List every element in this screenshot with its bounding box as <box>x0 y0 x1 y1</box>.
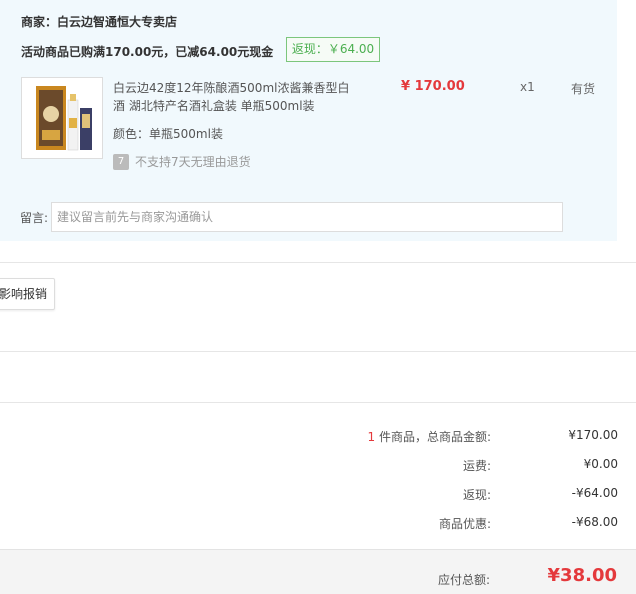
summary-discount-row: 商品优惠: -¥68.00 <box>300 515 618 533</box>
color-value: 单瓶500ml装 <box>149 127 223 141</box>
summary-goods-row: 1 件商品，总商品金额: ¥170.00 <box>300 428 619 446</box>
invoice-option-button[interactable]: 影响报销 <box>0 278 55 310</box>
goods-count-label: 1 件商品，总商品金额: <box>368 428 492 445</box>
total-value: ¥38.00 <box>547 565 617 586</box>
total-bar: 应付总额: ¥38.00 <box>0 549 636 594</box>
shipping-value: ¥0.00 <box>583 457 618 471</box>
no-return-icon: 7 <box>113 153 129 170</box>
product-quantity: x1 <box>520 80 535 94</box>
discount-value: -¥68.00 <box>571 515 618 529</box>
product-color: 颜色：单瓶500ml装 <box>113 125 223 142</box>
goods-count-suffix: 件商品，总商品金额: <box>375 430 491 444</box>
stock-status: 有货 <box>571 82 596 96</box>
shop-name: 商家：白云边智通恒大专卖店 <box>21 13 177 30</box>
liquor-box-image <box>22 78 102 158</box>
summary-rebate-row: 返现: -¥64.00 <box>300 486 618 504</box>
shop-order-panel: 商家：白云边智通恒大专卖店 活动商品已购满170.00元，已减64.00元现金 … <box>0 0 617 241</box>
divider <box>0 402 636 403</box>
message-input[interactable] <box>51 202 563 232</box>
return-policy: 7 不支持7天无理由退货 <box>113 153 251 170</box>
product-price: ¥ 170.00 <box>401 79 465 94</box>
discount-label: 商品优惠: <box>438 517 491 531</box>
rebate-value: -¥64.00 <box>571 486 618 500</box>
divider <box>0 262 636 263</box>
shipping-label: 运费: <box>462 459 491 473</box>
shop-label: 商家： <box>21 15 58 29</box>
rebate-label: 返现: <box>462 488 491 502</box>
divider <box>0 351 636 352</box>
promo-text: 活动商品已购满170.00元，已减64.00元现金 <box>21 45 274 59</box>
rebate-badge: 返现：￥64.00 <box>286 37 380 62</box>
message-label: 留言: <box>20 211 49 225</box>
shop-name-link[interactable]: 白云边智通恒大专卖店 <box>57 15 177 29</box>
total-label: 应付总额: <box>437 573 490 587</box>
goods-count: 1 <box>367 430 376 444</box>
summary-shipping-row: 运费: ¥0.00 <box>300 457 618 475</box>
product-thumbnail[interactable] <box>21 77 103 159</box>
goods-total: ¥170.00 <box>568 428 618 442</box>
color-label: 颜色： <box>113 127 150 141</box>
product-title-link[interactable]: 白云边42度12年陈酿酒500ml浓酱兼香型白酒 湖北特产名酒礼盒装 单瓶500… <box>113 79 358 115</box>
return-policy-text: 不支持7天无理由退货 <box>135 155 251 169</box>
